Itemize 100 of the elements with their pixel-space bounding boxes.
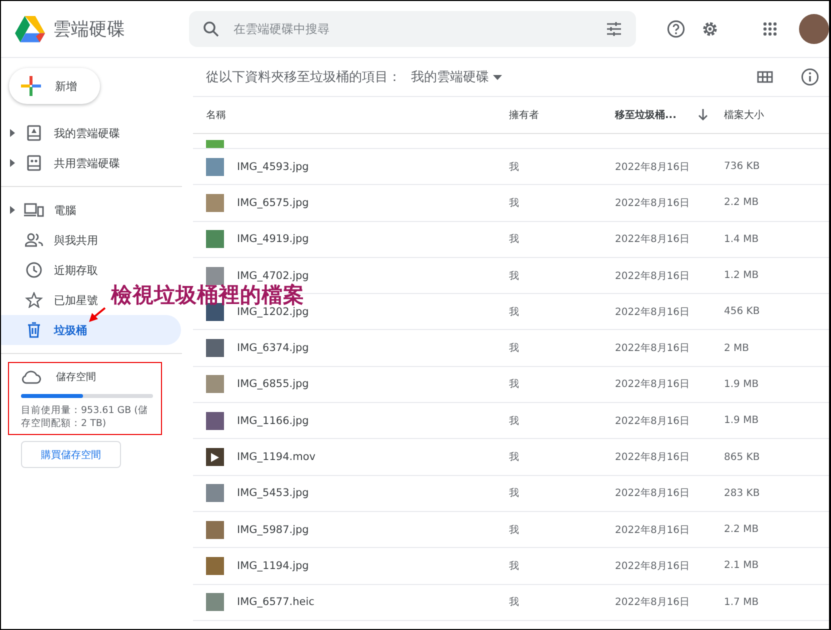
play-icon <box>211 452 219 462</box>
column-header[interactable]: 擁有者 <box>509 108 539 122</box>
owner-cell-text: 我 <box>509 560 519 573</box>
photo-placeholder <box>206 593 224 612</box>
photo-placeholder <box>206 484 224 502</box>
owner-cell-text: 我 <box>509 414 519 428</box>
info-icon[interactable] <box>801 68 819 86</box>
help-icon[interactable] <box>667 20 685 38</box>
date-cell-text: 2022年8月16日 <box>615 233 690 246</box>
file-name: IMG_6374.jpg <box>237 342 309 354</box>
app-title: 雲端硬碟 <box>53 18 125 41</box>
file-row[interactable]: IMG_1194.jpg 我 2022年8月16日 2.1 MB <box>193 548 829 585</box>
file-row[interactable]: IMG_1166.jpg 我 2022年8月16日 1.9 MB <box>193 403 829 440</box>
owner-cell-text: 我 <box>509 196 519 210</box>
file-name: IMG_6577.heic <box>237 596 314 608</box>
plus-icon <box>21 76 41 96</box>
file-name: IMG_1166.jpg <box>237 414 309 427</box>
annotation-arrow <box>88 307 106 323</box>
photo-placeholder <box>206 266 224 285</box>
date-cell-text: 2022年8月16日 <box>615 487 690 500</box>
grid-view-icon[interactable] <box>757 71 773 83</box>
photo-placeholder <box>206 158 224 176</box>
size-cell: 1.9 MB <box>724 415 759 426</box>
folder-dropdown[interactable]: 我的雲端硬碟 <box>411 68 502 86</box>
star-icon <box>23 292 45 308</box>
file-row[interactable]: IMG_6575.jpg 我 2022年8月16日 2.2 MB <box>193 185 829 222</box>
photo-placeholder <box>206 556 224 575</box>
column-header[interactable]: 移至垃圾桶... <box>615 108 676 122</box>
size-cell: 2.2 MB <box>724 524 759 536</box>
owner-cell-text: 我 <box>509 232 519 246</box>
file-name: IMG_6855.jpg <box>237 378 309 390</box>
owner-cell-text: 我 <box>509 596 519 610</box>
date-cell-text: 2022年8月16日 <box>615 270 690 283</box>
file-name: IMG_6575.jpg <box>237 196 309 209</box>
sidebar-item[interactable]: 垃圾桶 <box>1 315 181 345</box>
sidebar-item[interactable]: 近期存取 <box>1 255 104 285</box>
file-name: IMG_1194.mov <box>237 451 316 464</box>
date-cell-text: 2022年8月16日 <box>615 524 690 537</box>
filter-label: 從以下資料夾移至垃圾桶的項目： <box>206 69 401 86</box>
caret-icon[interactable] <box>10 129 14 137</box>
size-cell: 1.4 MB <box>724 234 759 245</box>
size-cell: 865 KB <box>724 452 760 463</box>
file-name: IMG_4702.jpg <box>237 270 309 282</box>
storage-usage-text: 目前使用量：953.61 GB (儲存空間配額：2 TB) <box>21 404 149 430</box>
photo-placeholder <box>206 194 224 212</box>
file-row[interactable]: IMG_5987.jpg 我 2022年8月16日 2.2 MB <box>193 512 829 548</box>
file-row[interactable]: IMG_6374.jpg 我 2022年8月16日 2 MB <box>193 330 829 367</box>
file-name: IMG_4593.jpg <box>237 160 309 173</box>
drive-logo-icon <box>15 16 45 42</box>
file-row[interactable]: IMG_6577.heic 我 2022年8月16日 1.7 MB <box>193 584 829 621</box>
size-cell: 736 KB <box>724 161 760 172</box>
photo-placeholder <box>206 412 224 430</box>
owner-cell-text: 我 <box>509 450 519 464</box>
owner-cell-text: 我 <box>509 306 519 319</box>
photo-placeholder <box>206 140 224 148</box>
file-row[interactable]: IMG_4919.jpg 我 2022年8月16日 1.4 MB <box>193 222 829 258</box>
column-header[interactable]: 名稱 <box>206 108 226 122</box>
sidebar-item[interactable]: 與我共用 <box>1 225 104 255</box>
file-name: IMG_5987.jpg <box>237 524 309 536</box>
caret-icon[interactable] <box>10 159 14 167</box>
settings-icon[interactable] <box>701 20 719 38</box>
file-name: IMG_1202.jpg <box>237 306 309 318</box>
search-icon <box>203 21 220 37</box>
date-cell-text: 2022年8月16日 <box>615 378 690 392</box>
size-cell: 2.1 MB <box>724 560 759 572</box>
sidebar-item[interactable]: 已加星號 <box>1 285 104 315</box>
photo-placeholder <box>206 339 224 358</box>
photo-placeholder <box>206 375 224 394</box>
avatar[interactable] <box>799 14 829 44</box>
owner-cell-text: 我 <box>509 342 519 356</box>
people-icon <box>23 233 45 247</box>
size-cell: 2.2 MB <box>724 197 759 208</box>
buy-storage-button[interactable]: 購買儲存空間 <box>21 441 121 468</box>
search-bar[interactable]: 在雲端硬碟中搜尋 <box>189 11 636 47</box>
sort-arrow-icon[interactable] <box>698 109 708 121</box>
search-field[interactable]: 在雲端硬碟中搜尋 <box>231 21 594 37</box>
sidebar-item[interactable]: 我的雲端硬碟 <box>1 118 126 148</box>
date-cell-text: 2022年8月16日 <box>615 306 690 319</box>
file-row[interactable]: IMG_1194.mov 我 2022年8月16日 865 KB <box>193 439 829 476</box>
caret-icon[interactable] <box>10 206 14 214</box>
caret-icon <box>493 74 502 80</box>
sidebar-item[interactable]: 共用雲端硬碟 <box>1 148 126 178</box>
file-row[interactable]: IMG_6855.jpg 我 2022年8月16日 1.9 MB <box>193 366 829 404</box>
file-name: IMG_4919.jpg <box>237 233 309 246</box>
sidebar-item[interactable]: 電腦 <box>1 195 82 225</box>
size-cell: 2 MB <box>724 342 750 354</box>
size-cell: 456 KB <box>724 306 760 318</box>
file-name: IMG_5453.jpg <box>237 487 309 500</box>
date-cell-text: 2022年8月16日 <box>615 596 690 610</box>
file-row[interactable]: IMG_4593.jpg 我 2022年8月16日 736 KB <box>193 149 829 186</box>
date-cell-text: 2022年8月16日 <box>615 196 690 210</box>
size-cell: 1.9 MB <box>724 378 759 390</box>
date-cell-text: 2022年8月16日 <box>615 560 690 573</box>
file-row[interactable]: IMG_5453.jpg 我 2022年8月16日 283 KB <box>193 476 829 512</box>
size-cell: 1.7 MB <box>724 596 759 608</box>
apps-grid-icon[interactable] <box>763 22 777 36</box>
new-button[interactable]: 新增 <box>9 68 100 104</box>
column-header[interactable]: 檔案大小 <box>724 108 764 122</box>
filter-options-icon[interactable] <box>606 22 622 36</box>
cloud-icon <box>21 370 41 384</box>
